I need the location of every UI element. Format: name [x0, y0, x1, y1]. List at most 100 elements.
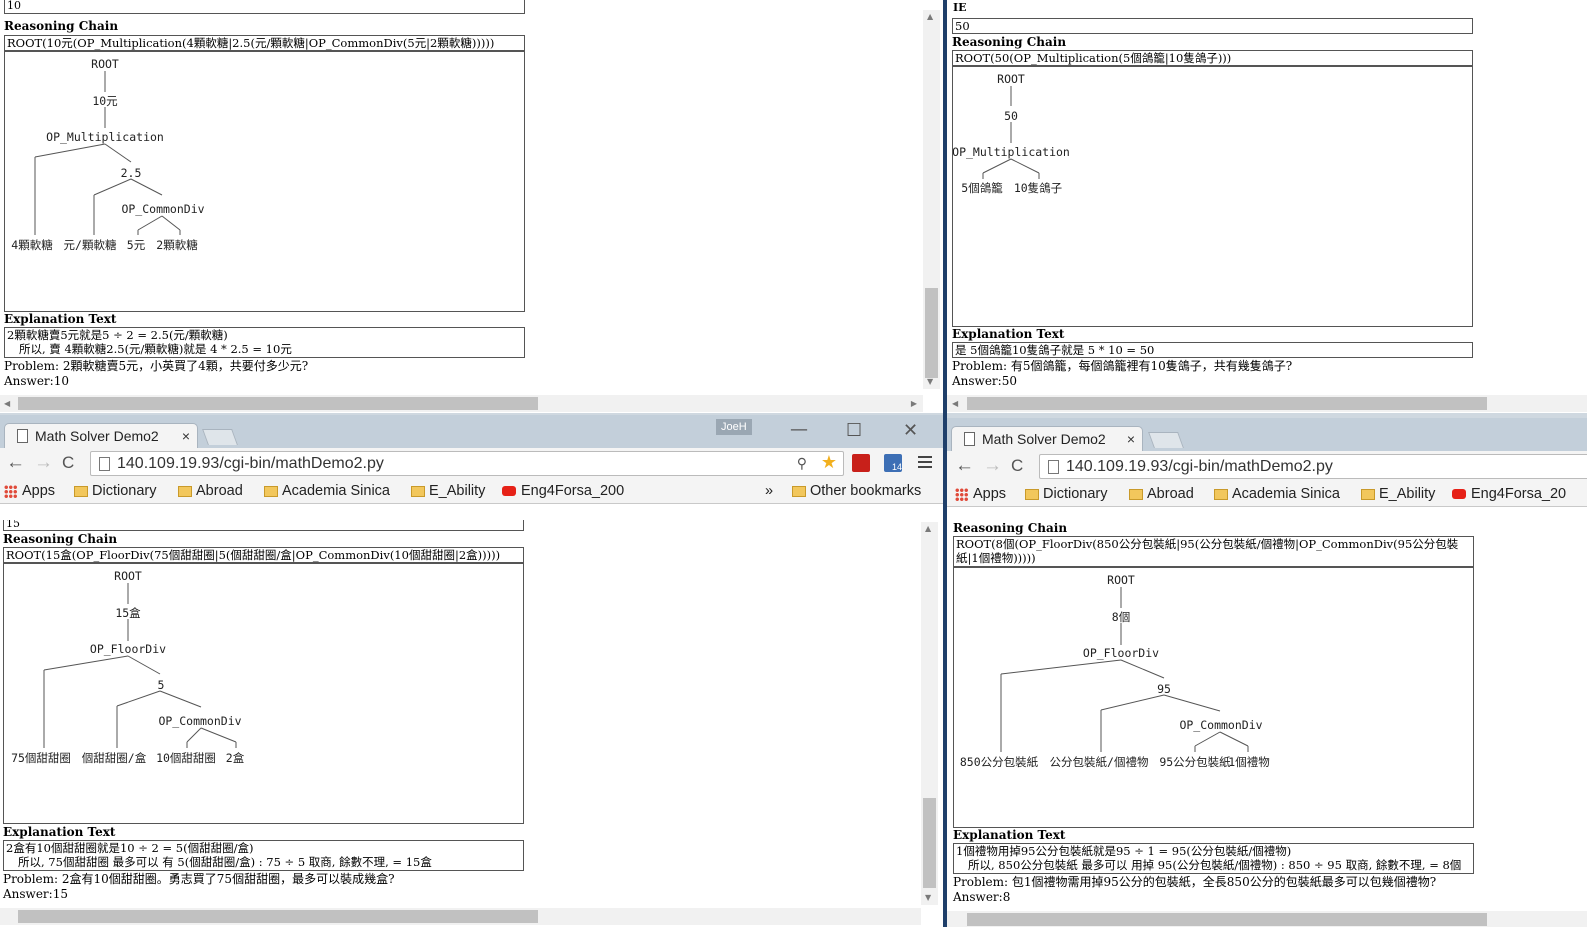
reasoning-chain-field[interactable]: ROOT(15盒(OP_FloorDiv(75個甜甜圈|5(個甜甜圈/盒|OP_… [3, 547, 524, 563]
scroll-down-icon[interactable]: ▼ [925, 893, 931, 903]
bookmark-eng4forsa[interactable]: Eng4Forsa_20 [1451, 485, 1566, 503]
bookmark-abroad[interactable]: Abroad [1127, 485, 1194, 503]
bookmark-label: Eng4Forsa_20 [1471, 486, 1567, 502]
top-value-field[interactable]: 15 [3, 520, 524, 531]
bookmark-dictionary[interactable]: Dictionary [72, 482, 156, 500]
horizontal-scrollbar[interactable] [947, 911, 1587, 927]
tab-close-icon[interactable]: × [1127, 427, 1135, 451]
reload-button[interactable]: C [1011, 455, 1023, 477]
address-bar[interactable]: 140.109.19.93/cgi-bin/mathDemo2.py ⚲ ★ [90, 451, 844, 476]
scroll-up-icon[interactable]: ▲ [927, 12, 933, 22]
tree-node: OP_CommonDiv [121, 202, 204, 216]
bookmark-eng4forsa[interactable]: Eng4Forsa_200 [501, 482, 624, 500]
new-tab-button[interactable] [202, 429, 238, 445]
window-divider [943, 0, 947, 927]
pane-top-right: IE 50 Reasoning Chain ROOT(50(OP_Multipl… [947, 0, 1587, 413]
explanation-text-field[interactable]: 1個禮物用掉95公分包裝紙就是95 ÷ 1 = 95(公分包裝紙/個禮物) 所以… [953, 843, 1474, 874]
tree-node: OP_FloorDiv [90, 642, 166, 656]
address-bar[interactable]: 140.109.19.93/cgi-bin/mathDemo2.py [1039, 454, 1587, 479]
tree-node: 8個 [1112, 610, 1130, 624]
tree-node: 5 [158, 678, 165, 692]
scroll-up-icon[interactable]: ▲ [925, 524, 931, 534]
apps-grid-icon [955, 488, 968, 501]
bookmark-abroad[interactable]: Abroad [176, 482, 243, 500]
folder-icon [178, 486, 192, 497]
new-tab-button[interactable] [1148, 432, 1184, 448]
bookmarks-bar: Apps Dictionary Abroad Academia Sinica E… [0, 478, 943, 504]
other-bookmarks[interactable]: Other bookmarks [790, 482, 921, 500]
problem-text: Problem: 2顆軟糖賣5元，小英買了4顆，共要付多少元? [4, 359, 309, 373]
youtube-icon [1452, 489, 1466, 499]
tree-node: ROOT [91, 57, 119, 71]
bookmark-dictionary[interactable]: Dictionary [1023, 485, 1107, 503]
folder-icon [411, 486, 425, 497]
scroll-thumb[interactable] [967, 397, 1487, 410]
vertical-scrollbar[interactable]: ▲ ▼ [923, 10, 940, 389]
tree-node: OP_Multiplication [953, 145, 1070, 159]
tree-node: OP_CommonDiv [1179, 718, 1262, 732]
bookmark-label: Abroad [196, 483, 243, 499]
tree-node: 元/顆軟糖 [64, 238, 117, 252]
explanation-text-label: Explanation Text [4, 312, 117, 326]
top-value-field[interactable]: 10 [4, 0, 525, 14]
star-icon[interactable]: ★ [821, 452, 837, 474]
profile-button[interactable]: JoeH [716, 419, 752, 435]
bookmark-academia-sinica[interactable]: Academia Sinica [262, 482, 390, 500]
scroll-down-icon[interactable]: ▼ [927, 377, 933, 387]
scroll-left-icon[interactable]: ◀ [4, 399, 10, 409]
forward-button[interactable]: → [983, 455, 1002, 477]
scroll-thumb[interactable] [967, 913, 1487, 926]
tab-math-solver[interactable]: Math Solver Demo2 × [4, 423, 198, 448]
bookmark-apps[interactable]: Apps [953, 485, 1006, 503]
close-window-button[interactable]: ✕ [903, 420, 918, 441]
answer-text: Answer:50 [952, 374, 1017, 388]
search-icon[interactable]: ⚲ [797, 452, 807, 475]
url-text: 140.109.19.93/cgi-bin/mathDemo2.py [117, 455, 384, 472]
tree-node: OP_CommonDiv [158, 714, 241, 728]
extension-icon[interactable]: 14 [884, 454, 902, 472]
maximize-button[interactable]: ☐ [846, 420, 862, 441]
tab-close-icon[interactable]: × [182, 424, 190, 448]
tab-math-solver[interactable]: Math Solver Demo2 × [951, 426, 1143, 451]
answer-text: Answer:15 [3, 887, 68, 901]
scroll-thumb[interactable] [18, 397, 538, 410]
reasoning-chain-field[interactable]: ROOT(8個(OP_FloorDiv(850公分包裝紙|95(公分包裝紙/個禮… [953, 536, 1474, 567]
tree-node: 5個鴿籠 [961, 181, 1003, 195]
back-button[interactable]: ← [6, 452, 25, 474]
tab-strip: Math Solver Demo2 × JoeH — ☐ ✕ [0, 415, 943, 448]
bookmark-e-ability[interactable]: E_Ability [409, 482, 485, 500]
bookmarks-overflow-button[interactable]: » [765, 482, 773, 500]
scroll-thumb[interactable] [923, 798, 936, 888]
menu-icon[interactable] [918, 456, 932, 468]
bookmark-academia-sinica[interactable]: Academia Sinica [1212, 485, 1340, 503]
explanation-line: 所以, 賣 4顆軟糖2.5(元/顆軟糖)就是 4 * 2.5 = 10元 [19, 342, 292, 356]
vertical-scrollbar[interactable]: ▲ ▼ [921, 522, 938, 905]
back-button[interactable]: ← [955, 455, 974, 477]
forward-button[interactable]: → [34, 452, 53, 474]
bookmark-e-ability[interactable]: E_Ability [1359, 485, 1435, 503]
bookmark-apps[interactable]: Apps [2, 482, 55, 500]
explanation-text-field[interactable]: 2盒有10個甜甜圈就是10 ÷ 2 = 5(個甜甜圈/盒) 所以, 75個甜甜圈… [3, 840, 524, 871]
tab-strip: Math Solver Demo2 × [947, 418, 1587, 451]
scroll-thumb[interactable] [925, 288, 938, 378]
pdf-icon[interactable] [852, 454, 870, 472]
horizontal-scrollbar[interactable]: ◀ ▶ [0, 395, 923, 412]
explanation-text-field[interactable]: 2顆軟糖賣5元就是5 ÷ 2 = 2.5(元/顆軟糖) 所以, 賣 4顆軟糖2.… [4, 327, 525, 358]
scroll-left-icon[interactable]: ◀ [952, 399, 958, 409]
reasoning-chain-field[interactable]: ROOT(10元(OP_Multiplication(4顆軟糖|2.5(元/顆軟… [4, 35, 525, 51]
tree-node: 50 [1004, 109, 1018, 123]
explanation-text-field[interactable]: 是 5個鴿籠10隻鴿子就是 5 * 10 = 50 [952, 342, 1473, 358]
reasoning-chain-label: Reasoning Chain [4, 19, 119, 33]
scroll-thumb[interactable] [18, 910, 538, 923]
reload-button[interactable]: C [62, 452, 74, 474]
folder-icon [1129, 489, 1143, 500]
tab-title: Math Solver Demo2 [982, 431, 1106, 447]
scroll-right-icon[interactable]: ▶ [911, 399, 917, 409]
minimize-button[interactable]: — [790, 419, 808, 440]
horizontal-scrollbar[interactable]: ◀ [947, 395, 1587, 412]
reasoning-chain-field[interactable]: ROOT(50(OP_Multiplication(5個鴿籠|10隻鴿子))) [952, 50, 1473, 66]
pane-bottom-right: Reasoning Chain ROOT(8個(OP_FloorDiv(850公… [947, 523, 1587, 927]
top-value-field[interactable]: 50 [952, 18, 1473, 34]
horizontal-scrollbar[interactable] [0, 908, 921, 925]
tree-node: 1個禮物 [1228, 755, 1269, 769]
